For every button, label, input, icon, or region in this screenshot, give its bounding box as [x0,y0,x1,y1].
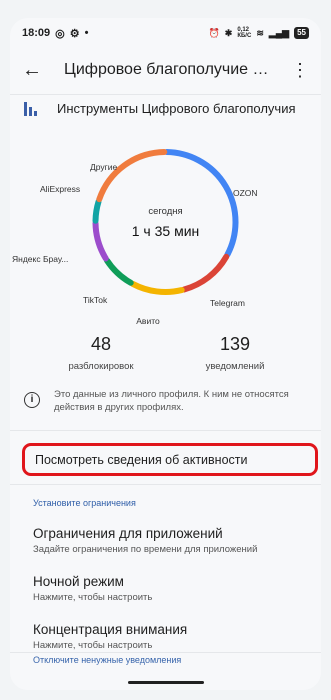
donut-segment-1[interactable] [181,253,230,293]
bottom-fade [10,660,321,690]
section-divider-3 [10,652,321,653]
app-bar: ← Цифровое благополучие и ро... ⋮ [10,50,321,90]
status-left: 18:09 ◎ ⚙ • [22,27,88,40]
alarm-icon: ⏰ [208,27,220,38]
status-bar: 18:09 ◎ ⚙ • ⏰ ✱ 0,12 КБ/С ≋ ▂▄▆ 55 [10,18,321,48]
info-icon: i [24,392,40,408]
app-limits-title: Ограничения для приложений [33,526,223,541]
info-text: Это данные из личного профиля. К ним не … [54,389,289,413]
battery-icon: 55 [294,27,309,39]
donut-segments [92,149,239,295]
network-speed: 0,12 КБ/С [237,27,252,39]
center-value: 1 ч 35 мин [132,223,200,239]
donut-segment-5[interactable] [92,198,102,224]
gesture-handle [128,681,204,684]
tools-header-title: Инструменты Цифрового благополучия [57,100,296,116]
section-divider-2 [10,484,321,485]
section-title-limits: Установите ограничения [33,498,136,508]
donut-segment-6[interactable] [96,149,168,203]
donut-segment-0[interactable] [163,149,239,258]
donut-label-2: Авито [136,316,160,326]
donut-segment-3[interactable] [104,257,134,286]
focus-mode-item[interactable]: Концентрация внимания Нажмите, чтобы нас… [33,622,187,651]
back-arrow-icon[interactable]: ← [22,59,46,82]
settings-icon: ⚙ [69,27,80,40]
donut-label-1: Telegram [210,298,245,308]
donut-label-6: Другие [90,162,117,172]
bedtime-mode-subtitle: Нажмите, чтобы настроить [33,592,153,603]
app-limits-subtitle: Задайте ограничения по времени для прило… [33,544,258,555]
center-label: сегодня [148,206,182,217]
notifications-stat: 139 уведомлений [180,334,290,372]
bar-chart-icon [24,100,37,116]
screen-background: 18:09 ◎ ⚙ • ⏰ ✱ 0,12 КБ/С ≋ ▂▄▆ 55 ← Циф… [0,0,331,700]
view-activity-button[interactable]: Посмотреть сведения об активности [22,443,318,476]
more-options-icon[interactable]: ⋮ [291,61,309,79]
wifi-icon: ≋ [256,27,264,38]
unlocks-value: 48 [90,334,112,354]
donut-segment-4[interactable] [92,220,109,262]
info-row: i Это данные из личного профиля. К ним н… [24,388,304,414]
focus-mode-subtitle: Нажмите, чтобы настроить [33,640,153,651]
donut-label-3: TikTok [83,295,108,305]
app-limits-item[interactable]: Ограничения для приложений Задайте огран… [33,526,257,555]
notifications-label: уведомлений [205,361,265,372]
clock: 18:09 [22,27,51,39]
usage-donut-chart[interactable]: OZON Telegram Авито TikTok Яндекс Брау... Ali… [10,148,321,328]
donut-label-4: Яндекс Брау... [12,254,68,264]
status-right: ⏰ ✱ 0,12 КБ/С ≋ ▂▄▆ 55 [209,27,309,39]
signal-icon: ▂▄▆ [268,27,290,38]
bedtime-mode-item[interactable]: Ночной режим Нажмите, чтобы настроить [33,574,152,603]
donut-label-5: AliExpress [40,184,80,194]
appbar-divider [10,94,321,95]
phone-screen: 18:09 ◎ ⚙ • ⏰ ✱ 0,12 КБ/С ≋ ▂▄▆ 55 ← Циф… [10,18,321,690]
whatsapp-icon: ◎ [55,27,65,40]
tools-header: Инструменты Цифрового благополучия [24,100,296,116]
donut-segment-2[interactable] [129,280,185,295]
section-divider-1 [10,430,321,431]
donut-label-0: OZON [233,188,258,198]
unlocks-stat: 48 разблокировок [46,334,156,372]
view-activity-label: Посмотреть сведения об активности [35,452,248,467]
donut-labels: OZON Telegram Авито TikTok Яндекс Брау... Ali… [12,162,258,326]
notifications-value: 139 [219,334,251,354]
unlocks-label: разблокировок [68,361,134,372]
focus-mode-title: Концентрация внимания [33,622,188,637]
bedtime-mode-title: Ночной режим [33,574,124,589]
page-title: Цифровое благополучие и ро... [64,61,274,78]
notification-dot-icon: • [84,27,89,39]
bluetooth-icon: ✱ [224,27,233,38]
